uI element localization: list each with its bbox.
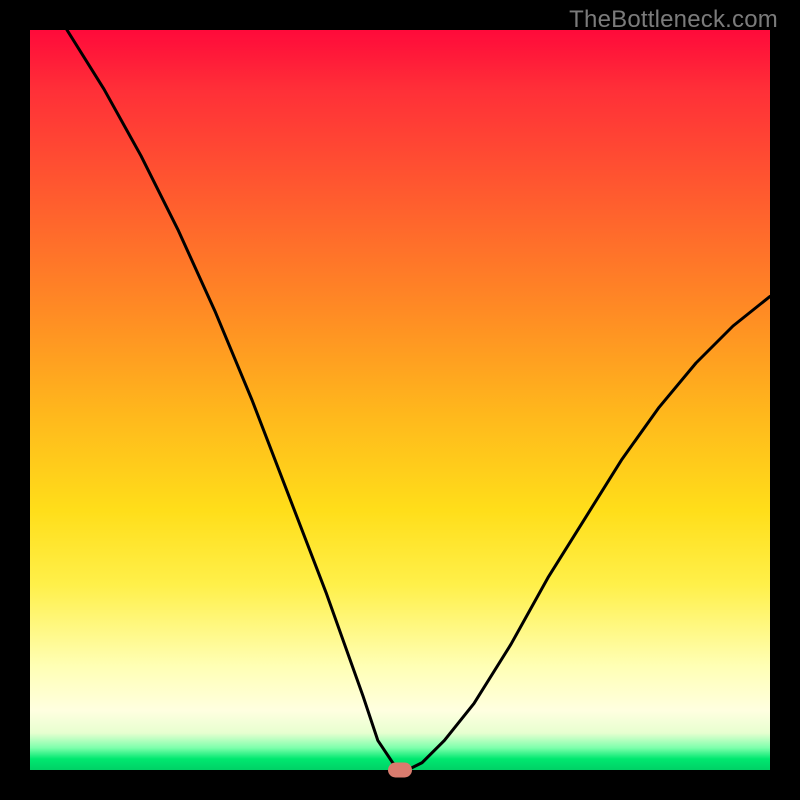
plot-area — [30, 30, 770, 770]
bottleneck-curve — [67, 30, 770, 770]
chart-frame: TheBottleneck.com — [0, 0, 800, 800]
optimum-marker — [388, 763, 412, 778]
curve-svg — [30, 30, 770, 770]
